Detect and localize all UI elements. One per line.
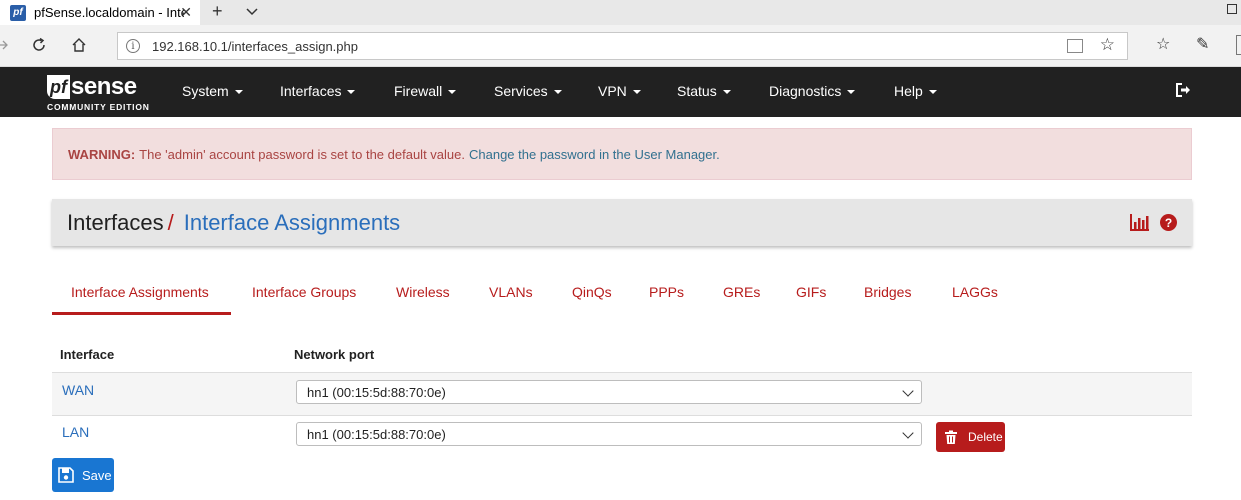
bar-chart-icon[interactable]	[1130, 213, 1150, 231]
pen-icon[interactable]: ✎	[1196, 34, 1209, 54]
url-field[interactable]: i 192.168.10.1/interfaces_assign.php ☆	[117, 32, 1128, 60]
breadcrumb: Interfaces / Interface Assignments ?	[52, 199, 1192, 246]
tab-qinqs[interactable]: QinQs	[572, 284, 612, 300]
refresh-icon[interactable]	[31, 37, 47, 53]
reading-view-icon[interactable]	[1067, 39, 1083, 53]
caret-down-icon	[347, 90, 356, 95]
select-value: hn1 (00:15:5d:88:70:0e)	[307, 384, 446, 400]
tabs-nav: Interface Assignments Interface Groups W…	[52, 270, 1192, 316]
network-port-select-wan[interactable]: hn1 (00:15:5d:88:70:0e)	[296, 380, 922, 404]
warning-alert: WARNING: The 'admin' account password is…	[52, 128, 1192, 180]
caret-down-icon	[448, 90, 457, 95]
caret-down-icon	[553, 90, 562, 95]
save-button-label: Save	[82, 467, 112, 483]
caret-down-icon	[847, 90, 856, 95]
tab-gifs[interactable]: GIFs	[796, 284, 826, 300]
browser-address-bar: i 192.168.10.1/interfaces_assign.php ☆ ☆…	[0, 25, 1241, 67]
caret-down-icon	[632, 90, 641, 95]
new-tab-icon[interactable]: +	[212, 1, 223, 22]
tab-interface-assignments[interactable]: Interface Assignments	[71, 284, 209, 300]
main-navbar: pf sense COMMUNITY EDITION System Interf…	[0, 67, 1241, 117]
logo-subtitle: COMMUNITY EDITION	[47, 102, 150, 112]
menu-firewall[interactable]: Firewall	[394, 83, 457, 99]
chevron-down-icon[interactable]	[245, 4, 259, 18]
caret-down-icon	[928, 90, 937, 95]
delete-button[interactable]: Delete	[936, 422, 1005, 452]
save-icon	[58, 467, 74, 483]
browser-tab[interactable]: pf pfSense.localdomain - Interfaces: Int…	[0, 0, 200, 25]
active-tab-indicator	[52, 312, 231, 315]
chevron-down-icon	[902, 427, 914, 439]
breadcrumb-interfaces: Interfaces	[67, 209, 164, 235]
browser-tab-title: pfSense.localdomain - Interfaces: Interf…	[34, 5, 184, 20]
favorites-icon[interactable]: ☆	[1156, 34, 1170, 54]
caret-down-icon	[722, 90, 731, 95]
network-port-select-lan[interactable]: hn1 (00:15:5d:88:70:0e)	[296, 422, 922, 446]
favicon-icon: pf	[10, 4, 26, 21]
column-header-network-port: Network port	[294, 347, 375, 362]
menu-interfaces[interactable]: Interfaces	[280, 83, 356, 99]
tab-interface-groups[interactable]: Interface Groups	[252, 284, 356, 300]
alert-label: WARNING:	[68, 146, 136, 162]
restore-window-icon[interactable]	[1227, 4, 1237, 14]
breadcrumb-current[interactable]: Interface Assignments	[184, 210, 400, 236]
menu-help[interactable]: Help	[894, 83, 937, 99]
interface-link-wan[interactable]: WAN	[62, 382, 94, 398]
chevron-down-icon	[902, 385, 914, 397]
tab-bridges[interactable]: Bridges	[864, 284, 911, 300]
tab-close-icon[interactable]: ✕	[180, 4, 192, 21]
menu-status[interactable]: Status	[677, 83, 731, 99]
tab-gres[interactable]: GREs	[723, 284, 760, 300]
star-icon[interactable]: ☆	[1100, 35, 1115, 55]
menu-diagnostics[interactable]: Diagnostics	[769, 83, 856, 99]
table-divider	[52, 415, 1192, 416]
breadcrumb-separator: /	[167, 209, 174, 235]
menu-system[interactable]: System	[182, 83, 243, 99]
info-icon[interactable]: i	[126, 39, 140, 53]
delete-button-label: Delete	[968, 430, 1003, 444]
interface-link-lan[interactable]: LAN	[62, 424, 89, 440]
home-icon[interactable]	[71, 37, 87, 53]
trash-icon	[945, 430, 957, 444]
forward-arrow-icon[interactable]	[0, 38, 8, 52]
change-password-link[interactable]: Change the password in the User Manager.	[469, 147, 720, 162]
tab-wireless[interactable]: Wireless	[396, 284, 450, 300]
logo-pf: pf	[47, 75, 70, 99]
alert-message: The 'admin' account password is set to t…	[139, 146, 465, 162]
column-header-interface: Interface	[60, 347, 115, 362]
logout-icon[interactable]	[1175, 82, 1191, 98]
menu-services[interactable]: Services	[494, 83, 562, 99]
menu-vpn[interactable]: VPN	[598, 83, 641, 99]
browser-tab-bar: pf pfSense.localdomain - Interfaces: Int…	[0, 0, 1241, 25]
select-value: hn1 (00:15:5d:88:70:0e)	[307, 426, 446, 442]
tab-laggs[interactable]: LAGGs	[952, 284, 998, 300]
caret-down-icon	[234, 90, 243, 95]
pfsense-logo[interactable]: pf sense COMMUNITY EDITION	[47, 72, 157, 114]
url-text[interactable]: 192.168.10.1/interfaces_assign.php	[152, 39, 358, 54]
tab-ppps[interactable]: PPPs	[649, 284, 684, 300]
help-icon[interactable]: ?	[1160, 214, 1177, 231]
logo-sense: sense	[71, 73, 137, 100]
share-icon[interactable]	[1236, 35, 1241, 55]
tab-vlans[interactable]: VLANs	[489, 284, 533, 300]
save-button[interactable]: Save	[52, 458, 114, 492]
